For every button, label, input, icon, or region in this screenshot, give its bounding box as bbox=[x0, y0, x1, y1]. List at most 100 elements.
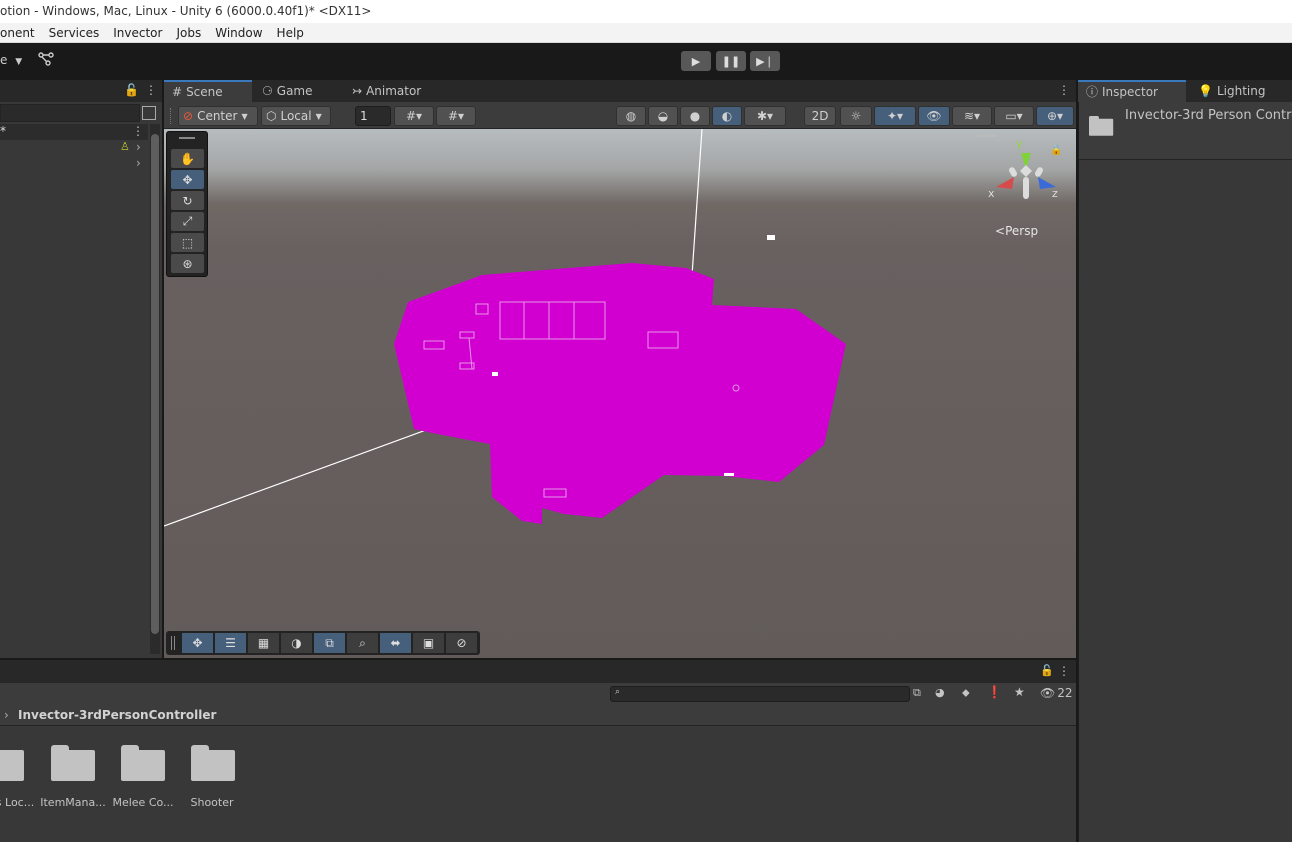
menu-bar: onent Services Invector Jobs Window Help bbox=[0, 23, 1292, 43]
increment-snap-button[interactable]: #▾ bbox=[436, 106, 476, 126]
hand-tool-button[interactable]: ✋ bbox=[171, 149, 204, 168]
camera-dropdown[interactable]: ▭▾ bbox=[994, 106, 1034, 126]
debug-draw-mode-dropdown[interactable]: ✱▾ bbox=[744, 106, 786, 126]
grid-snap-button[interactable]: #▾ bbox=[394, 106, 434, 126]
shading-icon: ◑ bbox=[291, 636, 302, 650]
toolbar-handle[interactable] bbox=[170, 108, 172, 124]
wireframe-shading-button[interactable]: ◍ bbox=[616, 106, 646, 126]
tab-inspector[interactable]: ⓘ Inspector bbox=[1078, 80, 1186, 102]
overlay-handle[interactable] bbox=[179, 137, 195, 139]
effects-dropdown[interactable]: ✦▾ bbox=[874, 106, 916, 126]
search-in-scene-icon[interactable] bbox=[142, 106, 156, 120]
menu-jobs[interactable]: Jobs bbox=[176, 23, 201, 42]
orientation-gizmo[interactable] bbox=[990, 139, 1062, 211]
layout-dropdown[interactable]: e ▼ bbox=[0, 53, 22, 67]
hierarchy-search-input[interactable] bbox=[0, 104, 140, 122]
search-in-folder-icon[interactable]: ⧉ bbox=[913, 686, 921, 700]
projection-toggle[interactable]: <Persp bbox=[995, 224, 1038, 238]
transform-tool-button[interactable]: ⊛ bbox=[171, 254, 204, 273]
inspector-tab-bar: ⓘ Inspector 💡 Lighting bbox=[1078, 80, 1292, 102]
tab-game[interactable]: ⚆ Game bbox=[254, 80, 321, 102]
scene-options-icon[interactable]: ⋮ bbox=[132, 124, 144, 138]
inspector-panel: Invector-3rd Person Contro bbox=[1078, 102, 1292, 842]
layers-button[interactable]: ⧉ bbox=[314, 633, 345, 653]
breadcrumb-current[interactable]: Invector-3rdPersonController bbox=[18, 705, 216, 725]
menu-window[interactable]: Window bbox=[215, 23, 262, 42]
warning-icon[interactable]: ❗ bbox=[987, 685, 1002, 699]
shading-button[interactable]: ◑ bbox=[281, 633, 312, 653]
folder-item[interactable] bbox=[0, 745, 32, 783]
layers-dropdown[interactable]: ≋▾ bbox=[952, 106, 992, 126]
rect-tool-button[interactable]: ⬚ bbox=[171, 233, 204, 252]
window-title: otion - Windows, Mac, Linux - Unity 6 (6… bbox=[0, 4, 372, 18]
rotate-tool-button[interactable]: ↻ bbox=[171, 191, 204, 210]
more-options-icon[interactable]: ⋮ bbox=[1058, 83, 1070, 97]
breadcrumb: › Invector-3rdPersonController bbox=[0, 705, 1076, 726]
window-title-bar: otion - Windows, Mac, Linux - Unity 6 (6… bbox=[0, 0, 1292, 23]
pivot-mode-dropdown[interactable]: ⊘ Center ▼ bbox=[178, 106, 258, 126]
project-toolbar: ⌕ ⧉ ◕ ⬥ ❗ ★ 👁 22 bbox=[0, 683, 1076, 705]
gizmos-dropdown[interactable]: ⊕▾ bbox=[1036, 106, 1074, 126]
shaded-wireframe-button[interactable]: ◒ bbox=[648, 106, 678, 126]
folder-icon bbox=[191, 745, 235, 781]
compass-button[interactable]: ⊘ bbox=[446, 633, 477, 653]
scale-tool-button[interactable]: ⤢ bbox=[171, 212, 204, 231]
hierarchy-scrollbar[interactable] bbox=[150, 124, 160, 654]
more-options-icon[interactable]: ⋮ bbox=[145, 83, 157, 97]
folder-item[interactable] bbox=[121, 745, 173, 783]
2d-toggle-button[interactable]: 2D bbox=[804, 106, 836, 126]
project-search-input[interactable]: ⌕ bbox=[610, 686, 910, 702]
camera-icon: ▭▾ bbox=[1005, 109, 1023, 123]
chevron-right-icon[interactable]: › bbox=[136, 156, 141, 170]
version-control-icon[interactable] bbox=[38, 51, 54, 67]
unlit-shading-button[interactable]: ● bbox=[680, 106, 710, 126]
filter-by-type-icon[interactable]: ◕ bbox=[935, 686, 945, 699]
snap-value-input[interactable]: 1 bbox=[355, 106, 391, 126]
visibility-toggle-button[interactable]: 👁 bbox=[918, 106, 950, 126]
tools-overlay: ✋ ✥ ↻ ⤢ ⬚ ⊛ bbox=[166, 131, 208, 277]
tab-animator[interactable]: ↣ Animator bbox=[344, 80, 429, 102]
grid-button[interactable]: ▦ bbox=[248, 633, 279, 653]
scene-row[interactable]: * ⋮ bbox=[0, 124, 148, 140]
hidden-packages-toggle[interactable]: 👁 22 bbox=[1040, 686, 1073, 700]
tab-inspector-label: Inspector bbox=[1102, 85, 1158, 99]
2d-icon: 2D bbox=[811, 109, 829, 123]
favorite-star-icon[interactable]: ★ bbox=[1014, 685, 1025, 699]
shaded-button[interactable]: ◐ bbox=[712, 106, 742, 126]
camera-button[interactable]: ▣ bbox=[413, 633, 444, 653]
gizmo-handle[interactable] bbox=[978, 135, 996, 137]
move-tool-button[interactable]: ✥ bbox=[171, 170, 204, 189]
more-options-icon[interactable]: ⋮ bbox=[1058, 664, 1070, 678]
scene-viewport[interactable]: 🔒 y x z <Persp bbox=[164, 129, 1076, 658]
move-icon: ✥ bbox=[182, 172, 193, 187]
perspective-icon: < bbox=[995, 224, 1006, 238]
lighting-toggle-button[interactable]: ☼ bbox=[840, 106, 872, 126]
folder-item[interactable] bbox=[191, 745, 243, 783]
menu-invector[interactable]: Invector bbox=[113, 23, 162, 42]
overlay-handle[interactable] bbox=[171, 636, 175, 650]
light-off-icon: ☼ bbox=[850, 109, 862, 123]
folder-label: Shooter bbox=[190, 796, 234, 809]
menu-help[interactable]: Help bbox=[277, 23, 304, 42]
hierarchy-header: 🔓 ⋮ bbox=[0, 80, 162, 102]
pivot-rotation-dropdown[interactable]: ⬡ Local ▼ bbox=[261, 106, 331, 126]
tab-lighting[interactable]: 💡 Lighting bbox=[1190, 80, 1273, 102]
move-tool-button[interactable]: ✥ bbox=[182, 633, 213, 653]
step-button[interactable]: ▶❘ bbox=[750, 51, 780, 71]
lock-icon[interactable]: 🔓 bbox=[1040, 664, 1054, 677]
folder-item[interactable] bbox=[51, 745, 103, 783]
menu-services[interactable]: Services bbox=[49, 23, 100, 42]
orient-button[interactable]: ⬌ bbox=[380, 633, 411, 653]
search-button[interactable]: ⌕ bbox=[347, 633, 378, 653]
filter-by-label-icon[interactable]: ⬥ bbox=[962, 686, 970, 700]
pause-button[interactable]: ❚❚ bbox=[716, 51, 746, 71]
effects-icon: ✦▾ bbox=[886, 109, 904, 123]
play-button[interactable]: ▶ bbox=[681, 51, 711, 71]
transform-settings-button[interactable]: ☰ bbox=[215, 633, 246, 653]
menu-component[interactable]: onent bbox=[0, 23, 35, 42]
tab-scene[interactable]: # Scene bbox=[164, 80, 252, 102]
lock-icon[interactable]: 🔓 bbox=[124, 83, 139, 97]
tab-game-label: Game bbox=[276, 84, 313, 98]
shaded-sphere-icon: ◐ bbox=[721, 109, 733, 123]
chevron-right-icon[interactable]: › bbox=[136, 140, 141, 154]
